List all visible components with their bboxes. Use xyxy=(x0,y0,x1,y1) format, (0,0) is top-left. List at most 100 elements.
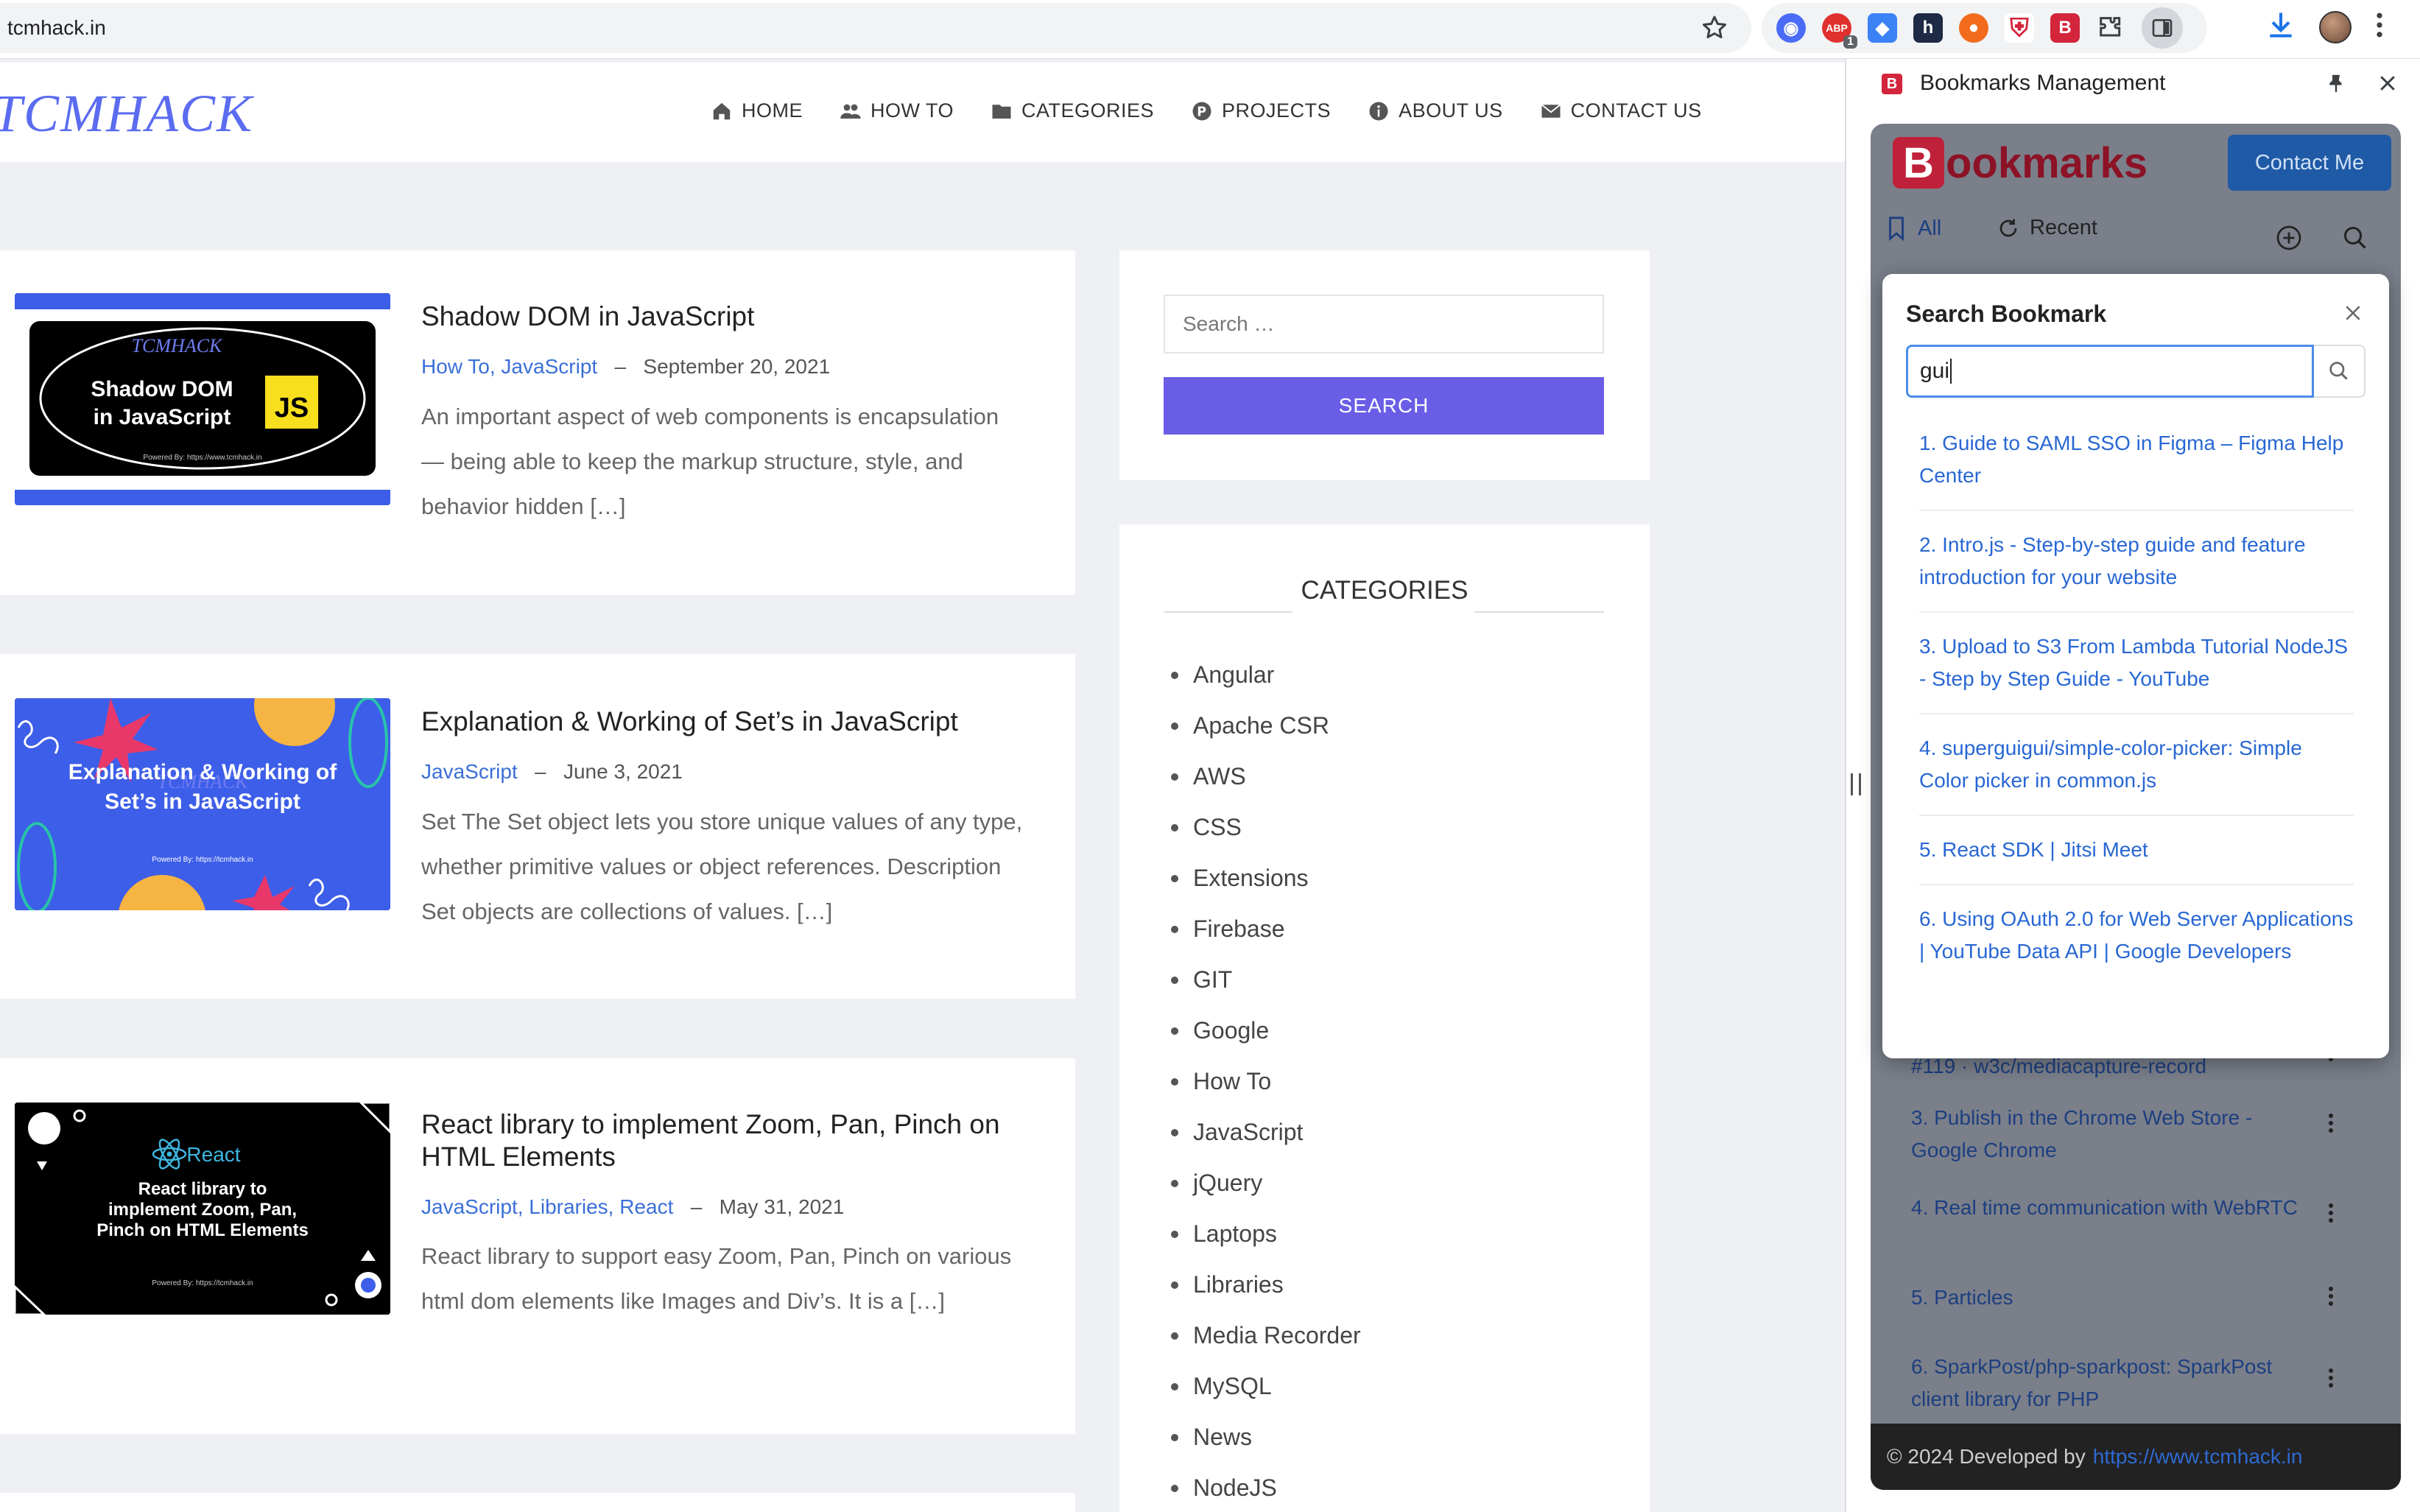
category-link[interactable]: NodeJS xyxy=(1164,1463,1361,1512)
bookmark-item[interactable]: 4. Real time communication with WebRTC xyxy=(1911,1192,2324,1224)
result-divider xyxy=(1919,815,2354,816)
search-bookmark-modal: Search Bookmark gui 1. Guide to SAML SSO… xyxy=(1882,274,2389,1058)
kebab-menu-icon[interactable] xyxy=(2324,1200,2338,1230)
search-bookmark-icon[interactable] xyxy=(2342,225,2368,255)
nav-projects-label: PROJECTS xyxy=(1222,99,1332,122)
extension-color-icon[interactable]: ● xyxy=(1959,13,1988,43)
post-thumbnail[interactable]: React React library to implement Zoom, P… xyxy=(15,1103,390,1315)
browser-toolbar: tcmhack.in ◉ ABP 1 ◆ h ● ⛨ B xyxy=(0,0,2420,59)
nav-categories[interactable]: CATEGORIES xyxy=(991,99,1154,122)
nav-about-us[interactable]: ABOUT US xyxy=(1368,99,1503,122)
category-link[interactable]: MySQL xyxy=(1164,1361,1361,1412)
category-link[interactable]: jQuery xyxy=(1164,1158,1361,1209)
address-bar[interactable]: tcmhack.in xyxy=(0,3,1751,53)
post-thumbnail[interactable]: TCMHACK Explanation & Working of Set’s i… xyxy=(15,698,390,910)
post-categories[interactable]: JavaScript, Libraries, React xyxy=(421,1195,673,1218)
category-link[interactable]: How To xyxy=(1164,1056,1361,1107)
kebab-menu-icon[interactable] xyxy=(2324,1284,2338,1313)
bookmark-item[interactable]: 3. Publish in the Chrome Web Store - Goo… xyxy=(1911,1102,2324,1167)
category-link[interactable]: Google xyxy=(1164,1005,1361,1056)
extensions-puzzle-icon[interactable] xyxy=(2096,13,2125,43)
category-link[interactable]: CSS xyxy=(1164,802,1361,853)
post-categories[interactable]: JavaScript xyxy=(421,760,518,783)
site-logo[interactable]: TCMHACK xyxy=(0,83,253,144)
post-card: React React library to implement Zoom, P… xyxy=(0,1058,1075,1434)
categories-widget: CATEGORIES Angular Apache CSR AWS CSS Ex… xyxy=(1119,524,1650,1512)
post-title[interactable]: React library to implement Zoom, Pan, Pi… xyxy=(421,1108,1040,1174)
category-link[interactable]: News xyxy=(1164,1412,1361,1463)
extension-h-icon[interactable]: h xyxy=(1913,13,1943,43)
tab-all[interactable]: All xyxy=(1885,216,1941,241)
category-link[interactable]: Media Recorder xyxy=(1164,1310,1361,1361)
site-search-button[interactable]: SEARCH xyxy=(1164,377,1604,435)
extension-translate-icon[interactable]: ◆ xyxy=(1868,13,1897,43)
category-link[interactable]: AWS xyxy=(1164,751,1361,802)
refresh-icon xyxy=(1999,219,2017,236)
bookmark-item[interactable]: 5. Particles xyxy=(1911,1281,2324,1314)
nav-how-to[interactable]: HOW TO xyxy=(840,99,954,122)
nav-categories-label: CATEGORIES xyxy=(1021,99,1155,122)
add-bookmark-icon[interactable] xyxy=(2276,225,2302,255)
extension-shield-icon[interactable]: ⛨ xyxy=(2005,13,2034,43)
thumb-footer-text: Powered By: https://tcmhack.in xyxy=(152,1279,253,1287)
tab-all-label: All xyxy=(1918,216,1942,240)
search-result[interactable]: 4. superguigui/simple-color-picker: Simp… xyxy=(1919,732,2354,797)
nav-how-to-label: HOW TO xyxy=(870,99,954,122)
bookmark-search-input[interactable]: gui xyxy=(1906,345,2314,398)
side-panel-resize-handle[interactable] xyxy=(1851,773,1861,795)
post-categories[interactable]: How To, JavaScript xyxy=(421,355,597,378)
categories-list: Angular Apache CSR AWS CSS Extensions Fi… xyxy=(1164,650,1361,1512)
search-result[interactable]: 1. Guide to SAML SSO in Figma – Figma He… xyxy=(1919,427,2354,492)
category-link[interactable]: Laptops xyxy=(1164,1209,1361,1259)
meta-separator: – xyxy=(679,1195,714,1218)
url-text[interactable]: tcmhack.in xyxy=(7,16,106,40)
post-meta: How To, JavaScript – September 20, 2021 xyxy=(421,355,830,379)
post-title[interactable]: Shadow DOM in JavaScript xyxy=(421,300,1040,333)
footer-link[interactable]: https://www.tcmhack.in xyxy=(2093,1445,2303,1469)
kebab-menu-icon[interactable] xyxy=(2324,1365,2338,1395)
extension-adblock-icon[interactable]: ABP 1 xyxy=(1822,13,1857,49)
meta-separator: – xyxy=(523,760,558,783)
modal-search-button[interactable] xyxy=(2314,345,2366,398)
search-result[interactable]: 5. React SDK | Jitsi Meet xyxy=(1919,834,2354,866)
tab-recent[interactable]: Recent xyxy=(1997,216,2097,240)
post-excerpt: An important aspect of web components is… xyxy=(421,404,999,519)
extension-badge-count: 1 xyxy=(1843,35,1857,49)
thumb-title-line1: React library to xyxy=(138,1179,267,1199)
thumb-title-line1: Shadow DOM xyxy=(91,377,233,401)
category-link[interactable]: Angular xyxy=(1164,650,1361,700)
site-search-input[interactable]: Search … xyxy=(1164,295,1604,354)
contact-me-button[interactable]: Contact Me xyxy=(2228,135,2391,191)
bookmark-item[interactable]: 6. SparkPost/php-sparkpost: SparkPost cl… xyxy=(1911,1351,2324,1416)
category-link[interactable]: Extensions xyxy=(1164,853,1361,904)
folder-icon xyxy=(992,104,1011,119)
category-link[interactable]: Apache CSR xyxy=(1164,700,1361,751)
bookmark-star-icon[interactable] xyxy=(1700,13,1729,43)
category-link[interactable]: Firebase xyxy=(1164,904,1361,954)
kebab-menu-icon[interactable] xyxy=(2324,1111,2338,1140)
category-link[interactable]: Libraries xyxy=(1164,1259,1361,1310)
thumb-footer-text: Powered By: https://www.tcmhack.in xyxy=(143,454,261,462)
extension-blue-icon[interactable]: ◉ xyxy=(1776,13,1806,43)
search-result[interactable]: 6. Using OAuth 2.0 for Web Server Applic… xyxy=(1919,903,2354,968)
browser-menu-icon[interactable] xyxy=(2374,9,2385,45)
result-divider xyxy=(1919,611,2354,613)
post-date: June 3, 2021 xyxy=(563,760,683,783)
js-badge-text: JS xyxy=(275,393,309,423)
nav-projects[interactable]: P PROJECTS xyxy=(1191,99,1331,122)
search-result[interactable]: 2. Intro.js - Step-by-step guide and fea… xyxy=(1919,529,2354,594)
pin-icon[interactable] xyxy=(2325,72,2347,98)
nav-contact-us[interactable]: CONTACT US xyxy=(1540,99,1702,122)
category-link[interactable]: JavaScript xyxy=(1164,1107,1361,1158)
side-panel-toggle-icon[interactable] xyxy=(2142,7,2183,49)
profile-avatar[interactable] xyxy=(2319,10,2352,43)
post-title[interactable]: Explanation & Working of Set’s in JavaSc… xyxy=(421,706,1040,738)
nav-home[interactable]: HOME xyxy=(711,99,803,122)
side-panel-close-icon[interactable] xyxy=(2377,72,2399,98)
post-thumbnail[interactable]: TCMHACK Shadow DOM in JavaScript JS Powe… xyxy=(15,293,390,505)
modal-close-icon[interactable] xyxy=(2342,302,2364,328)
download-icon[interactable] xyxy=(2265,9,2297,45)
category-link[interactable]: GIT xyxy=(1164,954,1361,1005)
search-result[interactable]: 3. Upload to S3 From Lambda Tutorial Nod… xyxy=(1919,630,2354,695)
extension-bookmarks-icon[interactable]: B xyxy=(2050,13,2080,43)
